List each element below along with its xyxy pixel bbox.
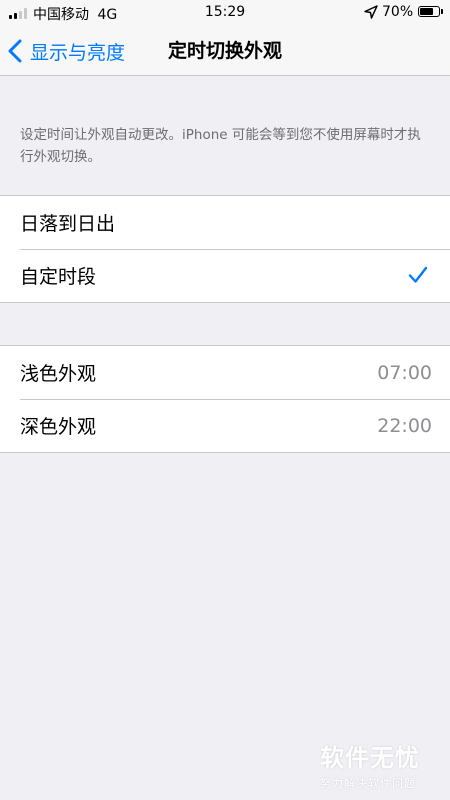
- option-label: 日落到日出: [20, 213, 116, 235]
- watermark-sub: 努力解决软件问题: [320, 777, 416, 790]
- watermark-main: 软件无忧: [320, 744, 420, 772]
- light-appearance-row[interactable]: 浅色外观 07:00: [0, 346, 450, 399]
- checkmark-icon: [408, 266, 428, 283]
- back-label: 显示与亮度: [30, 41, 126, 64]
- light-appearance-time: 07:00: [377, 361, 432, 384]
- watermark: 软件无忧 努力解决软件问题: [320, 738, 440, 793]
- dark-appearance-row[interactable]: 深色外观 22:00: [0, 399, 450, 452]
- battery-fill: [420, 8, 433, 15]
- location-arrow-icon: [364, 5, 378, 19]
- chevron-left-icon: [8, 39, 22, 63]
- custom-times-group: 浅色外观 07:00 深色外观 22:00: [0, 345, 450, 453]
- navigation-bar: 定时切换外观 显示与亮度: [0, 26, 450, 76]
- schedule-options-group: 日落到日出 自定时段: [0, 195, 450, 303]
- dark-appearance-time: 22:00: [377, 414, 432, 437]
- battery-icon: [418, 6, 440, 17]
- option-sunset-to-sunrise[interactable]: 日落到日出: [0, 196, 450, 249]
- light-appearance-label: 浅色外观: [20, 363, 97, 385]
- option-label: 自定时段: [20, 266, 97, 288]
- section-description: 设定时间让外观自动更改。iPhone 可能会等到您不使用屏幕时才执行外观切换。: [20, 127, 421, 165]
- dark-appearance-label: 深色外观: [20, 416, 97, 438]
- battery-cap: [441, 9, 443, 14]
- option-custom-schedule[interactable]: 自定时段: [0, 249, 450, 302]
- status-bar: 中国移动 4G 15:29 70%: [0, 0, 450, 26]
- battery-percent: 70%: [382, 4, 414, 20]
- back-button[interactable]: 显示与亮度: [8, 26, 125, 76]
